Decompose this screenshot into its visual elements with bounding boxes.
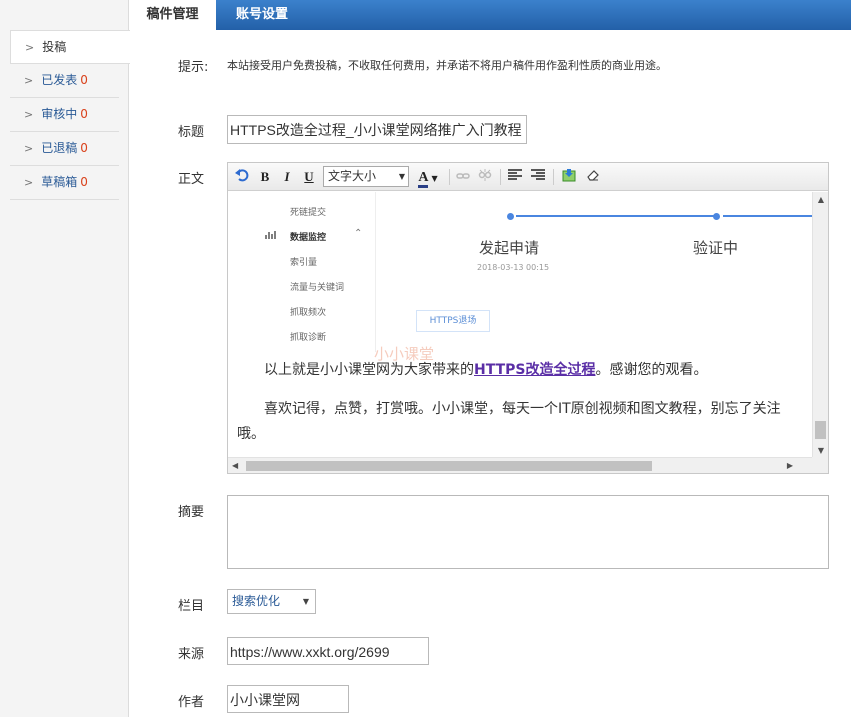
summary-label: 摘要 [178, 505, 205, 520]
font-size-label: 文字大小 [328, 169, 377, 183]
scroll-up-icon[interactable]: ▲ [813, 195, 829, 204]
step-dot [713, 213, 720, 220]
category-select[interactable]: 搜索优化 ▼ [227, 589, 316, 614]
category-value: 搜索优化 [232, 594, 281, 608]
chevron-up-icon: ⌃ [354, 228, 363, 239]
editor-horizontal-scrollbar[interactable]: ◀ ▶ [228, 457, 813, 473]
rich-text-editor: B I U 文字大小 ▼ A ▼ 死链提交 数据监控 ⌃ 索引量 流量与关键词 … [227, 162, 829, 474]
https-exit-button: HTTPS退场 [416, 310, 490, 332]
sidebar-item-count: 0 [80, 107, 88, 121]
embedded-menu-item: 抓取诊断 [290, 333, 327, 343]
chevron-right-icon: > [24, 74, 34, 87]
editor-content[interactable]: 死链提交 数据监控 ⌃ 索引量 流量与关键词 抓取频次 抓取诊断 发起申请 20… [228, 192, 813, 458]
bold-button[interactable]: B [256, 168, 274, 186]
sidebar-item-label: 已退稿 [41, 141, 78, 155]
chevron-down-icon: ▼ [431, 174, 438, 183]
paragraph-1-text: 以上就是小小课堂网为大家带来的 [264, 362, 474, 378]
chevron-right-icon: > [24, 176, 34, 189]
chevron-right-icon: > [24, 108, 34, 121]
tab-manuscript-management[interactable]: 稿件管理 [129, 0, 216, 30]
paragraph-1-tail: 。感谢您的观看。 [595, 362, 708, 378]
embedded-menu-item: 流量与关键词 [290, 283, 345, 293]
source-label: 来源 [178, 647, 205, 662]
undo-icon[interactable] [233, 168, 251, 186]
sidebar-item-count: 0 [80, 73, 88, 87]
align-left-icon[interactable] [506, 168, 524, 186]
link-icon[interactable] [454, 168, 472, 186]
category-label: 栏目 [178, 599, 205, 614]
sidebar-item-label: 草稿箱 [41, 175, 78, 189]
tab-account-settings[interactable]: 账号设置 [216, 0, 308, 30]
align-right-icon[interactable] [529, 168, 547, 186]
font-size-select[interactable]: 文字大小 ▼ [323, 166, 409, 187]
sidebar-item-label: 审核中 [41, 107, 78, 121]
editor-toolbar: B I U 文字大小 ▼ A ▼ [228, 163, 828, 191]
summary-textarea[interactable] [227, 495, 829, 569]
title-input[interactable]: HTTPS改造全过程_小小课堂网络推广入门教程 [227, 115, 527, 144]
embedded-menu-item: 死链提交 [290, 208, 327, 218]
embedded-menu-item: 抓取频次 [290, 308, 327, 318]
embedded-menu-item: 数据监控 [290, 233, 327, 243]
body-label: 正文 [178, 172, 205, 187]
sidebar-item-label: 投稿 [42, 40, 67, 54]
paragraph-2: 喜欢记得，点赞，打赏哦。小小课堂，每天一个IT原创视频和图文教程，别忘了关注哦。 [237, 401, 781, 442]
step-1-title: 发起申请 [479, 239, 540, 257]
embedded-menu-item: 索引量 [290, 258, 318, 268]
scroll-thumb[interactable] [246, 461, 652, 471]
sidebar-list: > 投稿 > 已发表 0 > 审核中 0 > 已退稿 0 > 草稿箱 0 [10, 30, 130, 200]
sidebar-item-rejected[interactable]: > 已退稿 0 [10, 132, 119, 166]
toolbar-divider [553, 169, 554, 185]
step-line [723, 215, 813, 217]
embedded-screenshot-menu: 死链提交 数据监控 ⌃ 索引量 流量与关键词 抓取频次 抓取诊断 [228, 192, 376, 352]
chevron-right-icon: > [24, 142, 34, 155]
chevron-right-icon: > [25, 41, 35, 54]
chevron-down-icon: ▼ [302, 597, 309, 606]
insert-image-icon[interactable] [560, 168, 578, 186]
italic-button[interactable]: I [278, 168, 296, 186]
scroll-thumb[interactable] [815, 421, 826, 439]
step-dot [507, 213, 514, 220]
unlink-icon[interactable] [476, 168, 494, 186]
scrollbar-corner [812, 457, 828, 473]
editor-vertical-scrollbar[interactable]: ▲ ▼ [812, 192, 828, 458]
sidebar-item-count: 0 [80, 141, 88, 155]
scroll-down-icon[interactable]: ▼ [813, 446, 829, 455]
chevron-down-icon: ▼ [398, 172, 405, 181]
article-link[interactable]: HTTPS改造全过程 [474, 362, 595, 378]
chart-icon [265, 229, 277, 244]
step-2-title: 验证中 [693, 239, 739, 257]
scroll-right-icon[interactable]: ▶ [787, 458, 793, 474]
sidebar-item-submit[interactable]: > 投稿 [10, 30, 130, 64]
sidebar: > 投稿 > 已发表 0 > 审核中 0 > 已退稿 0 > 草稿箱 0 [0, 0, 130, 717]
sidebar-item-published[interactable]: > 已发表 0 [10, 64, 119, 98]
underline-button[interactable]: U [300, 168, 318, 186]
tip-text: 本站接受用户免费投稿，不收取任何费用，并承诺不将用户稿件用作盈利性质的商业用途。 [227, 59, 667, 72]
sidebar-item-label: 已发表 [41, 73, 78, 87]
toolbar-divider [449, 169, 450, 185]
sidebar-item-drafts[interactable]: > 草稿箱 0 [10, 166, 119, 200]
font-color-label: A [418, 171, 429, 188]
author-label: 作者 [178, 695, 205, 710]
font-color-button[interactable]: A ▼ [413, 168, 443, 188]
tab-bar: 稿件管理 账号设置 [129, 0, 851, 30]
toolbar-divider [500, 169, 501, 185]
paragraph-1: 以上就是小小课堂网为大家带来的HTTPS改造全过程。感谢您的观看。 [264, 358, 707, 383]
title-label: 标题 [178, 125, 205, 140]
source-input[interactable]: https://www.xxkt.org/2699 [227, 637, 429, 665]
tip-label: 提示: [178, 60, 209, 75]
author-input[interactable]: 小小课堂网 [227, 685, 349, 713]
step-1-date: 2018-03-13 00:15 [477, 263, 550, 272]
sidebar-item-count: 0 [80, 175, 88, 189]
scroll-left-icon[interactable]: ◀ [232, 458, 238, 474]
step-line [516, 215, 714, 217]
eraser-icon[interactable] [584, 168, 602, 186]
sidebar-item-reviewing[interactable]: > 审核中 0 [10, 98, 119, 132]
